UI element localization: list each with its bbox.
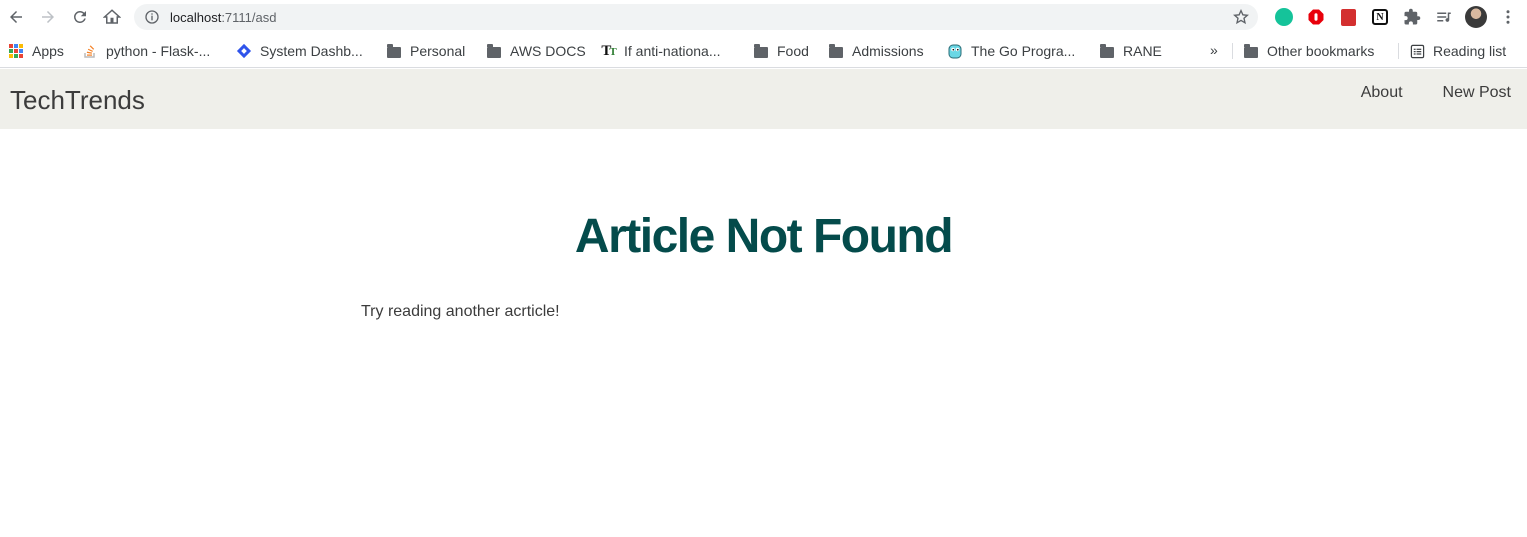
bookmark-star-icon[interactable] [1232,8,1250,26]
stackoverflow-icon [82,43,98,59]
bookmark-folder-food[interactable]: Food [745,37,817,65]
bookmark-folder-rane[interactable]: RANE [1091,37,1170,65]
forward-arrow-icon [42,11,54,23]
gopher-icon [947,43,963,59]
bookmarks-divider [1398,43,1399,59]
address-bar[interactable]: localhost:7111/asd [134,4,1258,30]
reading-list[interactable]: Reading list [1401,37,1514,65]
browser-toolbar: localhost:7111/asd N [0,0,1527,34]
other-bookmarks[interactable]: Other bookmarks [1235,37,1382,65]
site-info-icon[interactable] [144,9,160,25]
red-book-icon[interactable] [1332,0,1364,34]
back-button[interactable] [0,0,32,34]
bookmark-label: Admissions [852,43,924,59]
nav-link-about[interactable]: About [1361,84,1403,102]
not-found-message: Try reading another acrticle! [361,303,560,320]
bookmark-label: Personal [410,43,466,59]
bookmark-label: Apps [32,43,64,59]
text-t-icon: TT [601,42,616,59]
nav-link-new-post[interactable]: New Post [1443,84,1511,102]
bookmark-system-dashboard[interactable]: System Dashb... [228,37,371,65]
reload-icon [73,10,86,23]
home-icon [103,9,121,24]
browser-menu-icon[interactable] [1492,0,1524,34]
bookmark-folder-admissions[interactable]: Admissions [820,37,932,65]
adblock-icon[interactable] [1300,0,1332,34]
bookmark-label: Food [777,43,809,59]
bookmark-folder-personal[interactable]: Personal [378,37,473,65]
reading-list-icon [1409,43,1425,59]
other-bookmarks-label: Other bookmarks [1267,43,1375,59]
bookmarks-bar: Apps python - Flask-... System Dashb... … [0,34,1527,68]
bookmark-label: AWS DOCS [510,43,586,59]
folder-icon [753,43,769,59]
notion-icon[interactable]: N [1364,0,1396,34]
media-queue-icon[interactable] [1428,0,1460,34]
page-title: Article Not Found [574,210,954,263]
bookmark-python-flask[interactable]: python - Flask-... [74,37,218,65]
apps-grid-icon [8,43,24,59]
bookmark-label: The Go Progra... [971,43,1076,59]
bookmark-label: RANE [1123,43,1162,59]
folder-icon [828,43,844,59]
bookmark-go-programming[interactable]: The Go Progra... [939,37,1083,65]
folder-icon [386,43,402,59]
bookmark-label: python - Flask-... [106,43,211,59]
url-path: :7111/asd [221,9,277,25]
bookmarks-overflow-chevron[interactable]: » [1210,42,1218,58]
bookmark-folder-aws-docs[interactable]: AWS DOCS [478,37,594,65]
bookmark-apps[interactable]: Apps [0,37,72,65]
home-button[interactable] [96,0,128,34]
nav-links: About New Post [1321,84,1511,102]
grammarly-icon[interactable] [1268,0,1300,34]
folder-icon [1099,43,1115,59]
folder-icon [486,43,502,59]
url-text[interactable]: localhost:7111/asd [170,10,277,25]
extensions-puzzle-icon[interactable] [1396,0,1428,34]
bookmark-label: System Dashb... [260,43,363,59]
extensions-row: N [1268,0,1524,34]
bookmarks-divider [1232,43,1233,59]
site-navbar: TechTrends About New Post [0,69,1527,129]
reload-button[interactable] [64,0,96,34]
folder-icon [1243,43,1259,59]
bookmark-label: If anti-nationa... [624,43,721,59]
url-host: localhost [170,9,222,25]
diamond-icon [236,43,252,59]
profile-avatar[interactable] [1460,0,1492,34]
back-arrow-icon [10,11,22,23]
reading-list-label: Reading list [1433,43,1507,59]
bookmark-anti-national[interactable]: TT If anti-nationa... [592,37,729,65]
brand-logo-link[interactable]: TechTrends [10,85,145,116]
forward-button[interactable] [32,0,64,34]
